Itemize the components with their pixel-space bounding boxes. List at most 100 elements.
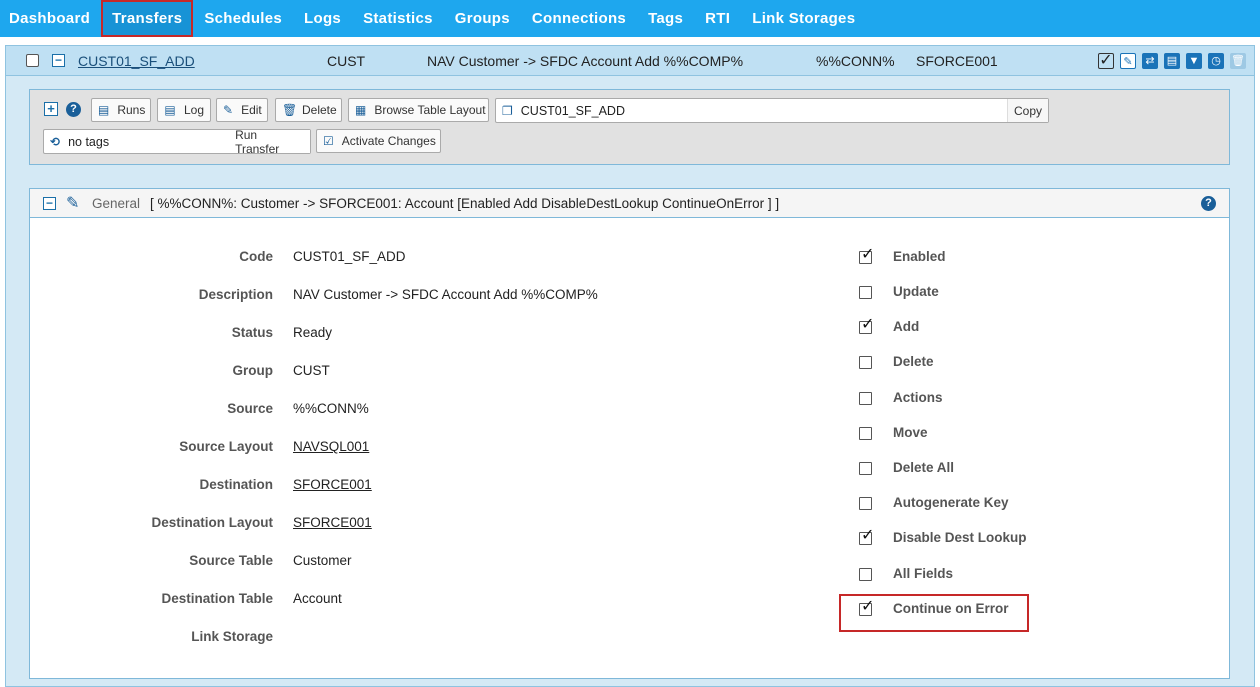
copy-field: ❐ Copy — [495, 98, 1049, 123]
destination-link[interactable]: SFORCE001 — [293, 477, 372, 492]
actions-checkbox[interactable] — [859, 392, 872, 405]
update-checkbox[interactable] — [859, 286, 872, 299]
autogenerate-key-checkbox[interactable] — [859, 497, 872, 510]
log-label: Log — [183, 103, 204, 117]
trash-icon[interactable]: 🗑 — [1230, 53, 1246, 69]
field-label-source-table: Source Table — [189, 553, 273, 568]
grid-icon: ▦ — [355, 103, 367, 117]
edit-label: Edit — [241, 103, 262, 117]
delete-all-checkbox[interactable] — [859, 462, 872, 475]
refresh-icon[interactable]: ⇄ — [1142, 53, 1158, 69]
transfer-panel: − CUST01_SF_ADD CUST NAV Customer -> SFD… — [5, 45, 1255, 687]
disable-dest-lookup-checkbox[interactable]: ✓ — [859, 528, 874, 545]
collapse-transfer-button[interactable]: − — [52, 54, 65, 67]
sync-icon: ⟲ — [50, 134, 61, 149]
enabled-checkbox[interactable]: ✓ — [859, 247, 874, 264]
nav-statistics[interactable]: Statistics — [352, 0, 444, 37]
check-document-icon: ☑ — [323, 134, 334, 148]
runs-button[interactable]: ▤ Runs — [91, 98, 151, 122]
field-value-group: CUST — [293, 363, 330, 378]
transfer-header-row: − CUST01_SF_ADD CUST NAV Customer -> SFD… — [6, 46, 1254, 76]
field-label-destination-layout: Destination Layout — [151, 515, 273, 530]
nav-groups[interactable]: Groups — [444, 0, 521, 37]
nav-schedules[interactable]: Schedules — [193, 0, 293, 37]
option-label-enabled: Enabled — [893, 249, 946, 264]
nav-tags[interactable]: Tags — [637, 0, 694, 37]
general-summary: [ %%CONN%: Customer -> SFORCE001: Accoun… — [150, 196, 780, 211]
field-value-description: NAV Customer -> SFDC Account Add %%COMP% — [293, 287, 598, 302]
copy-icon: ❐ — [502, 103, 513, 118]
option-label-add: Add — [893, 319, 920, 334]
transfer-toolbar: + ? ▤ Runs ▤ Log ✎ Edit 🗑 Delete ▦ Brows… — [29, 89, 1230, 165]
field-label-group: Group — [232, 363, 274, 378]
option-label-move: Move — [893, 425, 928, 440]
general-header: − ✎ General [ %%CONN%: Customer -> SFORC… — [30, 189, 1229, 218]
activate-label: Activate Changes — [341, 134, 436, 148]
nav-transfers[interactable]: Transfers — [101, 0, 194, 37]
delete-checkbox[interactable] — [859, 356, 872, 369]
option-label-delete: Delete — [893, 354, 934, 369]
add-checkbox[interactable]: ✓ — [859, 317, 874, 334]
general-help-icon[interactable]: ? — [1201, 196, 1216, 211]
pencil-icon[interactable]: ✎ — [66, 189, 79, 218]
edit-button[interactable]: ✎ Edit — [216, 98, 268, 122]
source-layout-link[interactable]: NAVSQL001 — [293, 439, 369, 454]
delete-button[interactable]: 🗑 Delete — [275, 98, 342, 122]
help-icon[interactable]: ? — [66, 102, 81, 117]
field-value-status: Ready — [293, 325, 333, 340]
field-label-destination: Destination — [199, 477, 273, 492]
option-label-all-fields: All Fields — [893, 566, 954, 581]
log-icon: ▤ — [164, 103, 176, 117]
transfer-header-actions: ✓ ✎ ⇄ ▤ ▼ ◷ 🗑 — [1098, 53, 1246, 69]
option-label-update: Update — [893, 284, 939, 299]
collapse-general-button[interactable]: − — [43, 197, 56, 210]
list-icon: ▤ — [98, 103, 110, 117]
transfer-source: %%CONN% — [816, 53, 895, 69]
copy-code-input[interactable] — [520, 103, 1007, 118]
option-label-delete-all: Delete All — [893, 460, 955, 475]
general-title: General — [92, 196, 141, 211]
log-button[interactable]: ▤ Log — [157, 98, 211, 122]
transfer-group: CUST — [327, 53, 366, 69]
nav-rti[interactable]: RTI — [694, 0, 741, 37]
nav-logs[interactable]: Logs — [293, 0, 352, 37]
move-checkbox[interactable] — [859, 427, 872, 440]
field-label-link-storage: Link Storage — [191, 629, 273, 644]
field-value-source: %%CONN% — [293, 401, 369, 416]
browse-label: Browse Table Layout — [374, 103, 486, 117]
destination-layout-link[interactable]: SFORCE001 — [293, 515, 372, 530]
pencil-icon: ✎ — [223, 103, 234, 117]
edit-note-icon[interactable]: ✎ — [1120, 53, 1136, 69]
layout-icon[interactable]: ▤ — [1164, 53, 1180, 69]
nav-dashboard[interactable]: Dashboard — [0, 0, 101, 37]
activate-changes-button[interactable]: ☑ Activate Changes — [316, 129, 441, 153]
runs-label: Runs — [117, 103, 146, 117]
field-label-description: Description — [198, 287, 273, 302]
trash-icon: 🗑 — [282, 103, 298, 117]
all-fields-checkbox[interactable] — [859, 568, 872, 581]
transfer-select-checkbox[interactable] — [26, 54, 39, 67]
run-transfer-button[interactable]: Run Transfer — [229, 128, 310, 156]
transfer-code-link[interactable]: CUST01_SF_ADD — [78, 46, 195, 76]
copy-button[interactable]: Copy — [1006, 99, 1048, 122]
filter-icon[interactable]: ▼ — [1186, 53, 1202, 69]
top-navigation: Dashboard Transfers Schedules Logs Stati… — [0, 0, 1260, 37]
add-button[interactable]: + — [44, 102, 58, 116]
clock-icon[interactable]: ◷ — [1208, 53, 1224, 69]
field-label-source-layout: Source Layout — [179, 439, 273, 454]
continue-on-error-highlight — [839, 594, 1029, 632]
tags-input[interactable] — [68, 134, 230, 149]
general-panel: − ✎ General [ %%CONN%: Customer -> SFORC… — [29, 188, 1230, 679]
field-label-status: Status — [231, 325, 273, 340]
nav-link-storages[interactable]: Link Storages — [741, 0, 866, 37]
option-label-disable-dest-lookup: Disable Dest Lookup — [893, 530, 1027, 545]
checkbox-icon[interactable]: ✓ — [1098, 53, 1114, 69]
field-value-destination-table: Account — [293, 591, 342, 606]
transfer-destination: SFORCE001 — [916, 53, 998, 69]
option-label-autogenerate-key: Autogenerate Key — [893, 495, 1009, 510]
field-label-destination-table: Destination Table — [161, 591, 273, 606]
nav-connections[interactable]: Connections — [521, 0, 637, 37]
browse-table-layout-button[interactable]: ▦ Browse Table Layout — [348, 98, 489, 122]
field-label-code: Code — [239, 249, 273, 264]
field-label-source: Source — [227, 401, 273, 416]
